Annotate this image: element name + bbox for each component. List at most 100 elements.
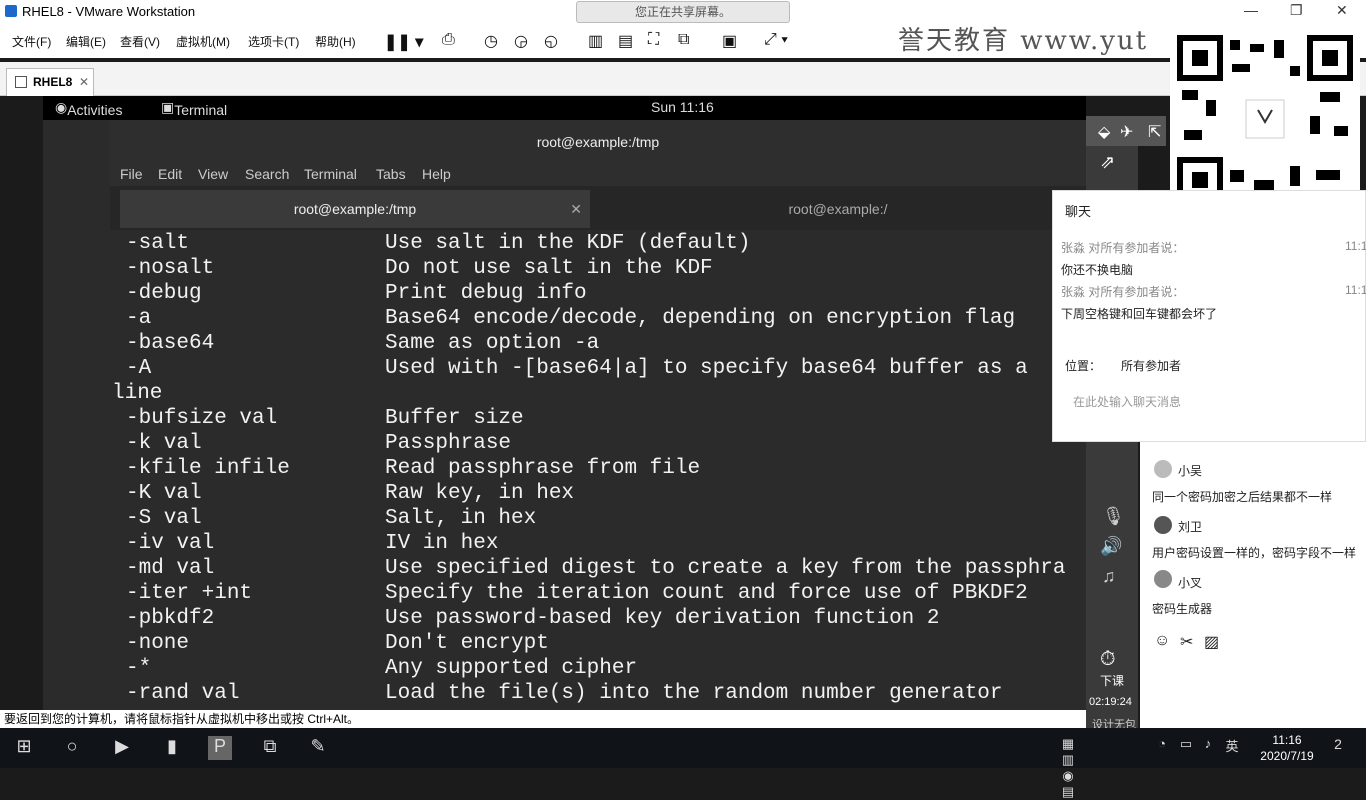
powerpoint-app-icon[interactable]: P: [208, 736, 232, 760]
terminal-tab-active[interactable]: root@example:/tmp ✕: [120, 190, 590, 228]
option-name: -pbkdf2: [126, 607, 215, 630]
gnome-clock[interactable]: Sun 11:16: [651, 99, 714, 115]
image-icon[interactable]: ▨: [1204, 632, 1219, 652]
exit-icon[interactable]: ⇱: [1148, 122, 1161, 142]
chat-recipient-select[interactable]: 所有参加者: [1121, 357, 1181, 374]
fullscreen-icon[interactable]: ⛶: [648, 31, 659, 49]
taskbar-clock[interactable]: 11:16 2020/7/19: [1252, 732, 1322, 764]
terminal-menu-terminal[interactable]: Terminal: [304, 166, 357, 182]
chat-title: 聊天: [1065, 204, 1092, 219]
terminal-menu-view[interactable]: View: [198, 166, 228, 182]
menu-tabs[interactable]: 选项卡(T): [248, 33, 299, 50]
qr-code-image: [1177, 35, 1353, 203]
chat-panel: 聊天 张淼 对所有参加者说： 11:14 你还不换电脑 张淼 对所有参加者说： …: [1052, 190, 1366, 442]
menu-edit[interactable]: 编辑(E): [66, 33, 106, 50]
speaker-icon[interactable]: 🔊: [1100, 536, 1122, 557]
vm-tab-rhel8[interactable]: RHEL8 ✕: [6, 68, 94, 96]
option-description: Read passphrase from file: [385, 457, 701, 480]
activities-button[interactable]: ◉ Activities: [55, 99, 122, 118]
library-icon[interactable]: ▥: [588, 31, 603, 51]
option-name: -S val: [126, 507, 202, 530]
terminal-tab-label: root@example:/tmp: [293, 201, 417, 217]
avatar: [1154, 460, 1172, 478]
screen-share-notice: 您正在共享屏幕。: [576, 1, 790, 23]
taskbar-date: 2020/7/19: [1260, 749, 1314, 763]
chat-user-message: 用户密码设置一样的，密码字段不一样: [1152, 546, 1357, 560]
option-description: Any supported cipher: [385, 657, 638, 680]
unity-icon[interactable]: ⧉: [678, 31, 689, 49]
microphone-icon[interactable]: 🎙: [1102, 506, 1125, 527]
terminal-tab-inactive[interactable]: root@example:/: [594, 190, 1082, 228]
timer-icon[interactable]: ⏱: [1100, 648, 1116, 671]
terminal-output[interactable]: -salt Use salt in the KDF (default) -nosal…: [110, 230, 1086, 708]
vmware-app-icon[interactable]: ⧉: [258, 736, 282, 760]
terminal-titlebar: root@example:/tmp: [110, 120, 1086, 164]
menu-help[interactable]: 帮助(H): [315, 33, 356, 50]
vm-tab-close-icon[interactable]: ✕: [79, 69, 89, 95]
terminal-menu-tabs[interactable]: Tabs: [376, 166, 406, 182]
option-name: -k val: [126, 432, 202, 455]
console-icon[interactable]: ▣: [722, 31, 737, 51]
minimize-icon[interactable]: —: [1244, 2, 1258, 18]
tray-icons[interactable]: ▦ ▥ ◉ ▤: [1056, 736, 1080, 799]
menu-vm[interactable]: 虚拟机(M): [176, 33, 230, 50]
option-name: -nosalt: [126, 257, 215, 280]
windows-taskbar: ⊞ ○ ▶ ▮ P ⧉ ✎ ▦ ▥ ◉ ▤ ◔ ▭ ♪ 英 11:16 2020…: [0, 728, 1366, 799]
pause-icon[interactable]: ❚❚ ▾: [384, 32, 423, 52]
end-class-label[interactable]: 下课: [1100, 672, 1124, 689]
share-icon[interactable]: ⇗: [1100, 152, 1115, 173]
chat-time: 11:14: [1345, 283, 1366, 297]
book-app-icon[interactable]: ▮: [160, 736, 184, 760]
send-ctrl-alt-del-icon[interactable]: ⎙: [442, 31, 455, 49]
snapshot-icon[interactable]: ◷: [484, 31, 498, 51]
option-name: -*: [126, 657, 152, 680]
option-description: Salt, in hex: [385, 507, 537, 530]
terminal-menu-file[interactable]: File: [120, 166, 143, 182]
media-app-icon[interactable]: ▶: [110, 736, 134, 760]
stretch-icon[interactable]: ⤢ ▾: [764, 31, 788, 49]
thumbnail-icon[interactable]: ▤: [618, 31, 633, 51]
option-name: -md val: [126, 557, 215, 580]
restore-icon[interactable]: ❐: [1290, 2, 1303, 19]
paint-app-icon[interactable]: ✎: [306, 736, 330, 760]
battery-icon[interactable]: ▭: [1174, 736, 1198, 760]
revert-snapshot-icon[interactable]: ◶: [514, 31, 528, 51]
terminal-line: line: [110, 382, 1086, 407]
terminal-tab-label-2: root@example:/: [788, 201, 888, 217]
menubar: 文件(F) 编辑(E) 查看(V) 虚拟机(M) 选项卡(T) 帮助(H) ❚❚…: [0, 24, 1366, 58]
windows-start-icon[interactable]: ⊞: [12, 736, 36, 760]
plane-icon[interactable]: ✈: [1120, 122, 1133, 142]
option-description: Same as option -a: [385, 332, 600, 355]
ime-indicator[interactable]: 英: [1220, 736, 1244, 760]
chat-time: 11:14: [1345, 239, 1366, 253]
music-icon[interactable]: ♫: [1102, 566, 1116, 587]
menu-file[interactable]: 文件(F): [12, 33, 51, 50]
terminal-app-menu[interactable]: ▣ Terminal ▾: [161, 99, 227, 134]
terminal-menu-help[interactable]: Help: [422, 166, 451, 182]
volume-icon[interactable]: ♪: [1196, 736, 1220, 760]
chat-list: 小吴 同一个密码加密之后结果都不一样 刘卫 用户密码设置一样的，密码字段不一样 …: [1140, 442, 1366, 728]
terminal-menu-search[interactable]: Search: [245, 166, 289, 182]
option-name: line: [112, 382, 163, 405]
search-icon[interactable]: ○: [60, 736, 84, 760]
terminal-line: -S val Salt, in hex: [110, 507, 1086, 532]
terminal-line: -pbkdf2 Use password-based key derivation…: [110, 607, 1086, 632]
snapshot-manager-icon[interactable]: ◵: [544, 31, 558, 51]
pin-icon[interactable]: ⬙: [1098, 122, 1110, 142]
terminal-menu-edit[interactable]: Edit: [158, 166, 182, 182]
activities-label: Activities: [67, 102, 123, 118]
terminal-tabs: root@example:/tmp ✕ root@example:/: [110, 186, 1086, 230]
terminal-line: -A Used with -[base64|a] to specify base6…: [110, 357, 1086, 382]
chat-input[interactable]: 在此处输入聊天消息: [1073, 393, 1181, 410]
emoji-icon[interactable]: ☺: [1154, 632, 1170, 650]
option-name: -kfile infile: [126, 457, 290, 480]
scissors-icon[interactable]: ✂: [1180, 632, 1193, 652]
close-icon[interactable]: ✕: [1336, 2, 1348, 19]
option-name: -bufsize val: [126, 407, 278, 430]
vmware-icon: [5, 5, 17, 17]
menu-view[interactable]: 查看(V): [120, 33, 160, 50]
notification-badge[interactable]: 2: [1326, 736, 1350, 760]
tab-close-icon[interactable]: ✕: [570, 190, 582, 228]
wifi-icon[interactable]: ◔: [1150, 736, 1174, 760]
window-title: RHEL8 - VMware Workstation: [22, 4, 196, 19]
